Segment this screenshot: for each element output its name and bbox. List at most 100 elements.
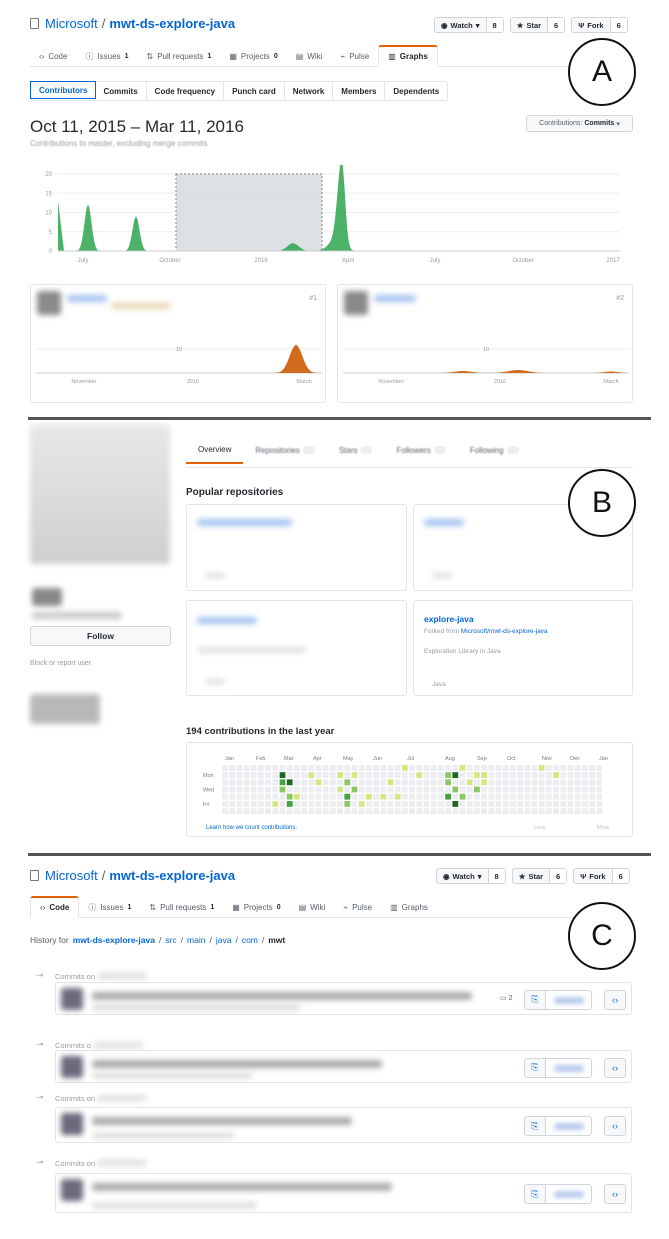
repo-owner-link[interactable]: Microsoft xyxy=(45,16,98,31)
contribution-day[interactable] xyxy=(294,793,300,800)
contribution-day[interactable] xyxy=(517,779,523,786)
contribution-day[interactable] xyxy=(488,772,495,778)
contribution-day[interactable] xyxy=(538,808,545,814)
contribution-day[interactable] xyxy=(387,808,394,814)
contribution-day[interactable] xyxy=(596,786,603,793)
contribution-day[interactable] xyxy=(488,801,495,807)
contribution-day[interactable] xyxy=(416,779,423,786)
contribution-day[interactable] xyxy=(531,808,538,814)
contribution-day[interactable] xyxy=(474,793,480,800)
contribution-day[interactable] xyxy=(294,779,300,786)
contribution-day[interactable] xyxy=(315,793,322,800)
contribution-day[interactable] xyxy=(459,793,466,800)
contribution-day[interactable] xyxy=(402,786,408,793)
contribution-day[interactable] xyxy=(351,801,358,807)
contribution-day[interactable] xyxy=(574,786,581,793)
contribution-day[interactable] xyxy=(510,793,516,800)
comment-count[interactable]: ▭ 2 xyxy=(500,994,512,1002)
contribution-day[interactable] xyxy=(330,779,336,786)
contribution-day[interactable] xyxy=(315,779,322,786)
subnav-members[interactable]: Members xyxy=(333,82,386,100)
contribution-day[interactable] xyxy=(286,801,293,807)
contribution-day[interactable] xyxy=(560,808,567,814)
contribution-day[interactable] xyxy=(546,793,552,800)
contribution-day[interactable] xyxy=(229,801,235,807)
contribution-day[interactable] xyxy=(502,772,509,778)
path-segment[interactable]: src xyxy=(165,935,176,945)
contribution-day[interactable] xyxy=(474,772,480,778)
contribution-day[interactable] xyxy=(294,786,300,793)
contribution-day[interactable] xyxy=(546,779,552,786)
contribution-day[interactable] xyxy=(546,808,552,814)
contribution-day[interactable] xyxy=(366,801,372,807)
contributor-name[interactable] xyxy=(67,295,107,302)
contribution-day[interactable] xyxy=(452,808,459,814)
commit-author-avatar[interactable] xyxy=(61,1056,83,1078)
contribution-day[interactable] xyxy=(344,801,351,807)
contribution-day[interactable] xyxy=(574,779,581,786)
contribution-day[interactable] xyxy=(337,786,343,793)
commit-sha-button[interactable] xyxy=(546,1116,592,1136)
contribution-day[interactable] xyxy=(337,808,343,814)
path-segment[interactable]: main xyxy=(187,935,205,945)
tab-pulse[interactable]: ⌁ Pulse xyxy=(334,896,381,918)
contribution-day[interactable] xyxy=(430,779,437,786)
contribution-day[interactable] xyxy=(495,786,502,793)
contribution-day[interactable] xyxy=(265,793,271,800)
contribution-day[interactable] xyxy=(474,808,480,814)
contribution-day[interactable] xyxy=(265,772,271,778)
contribution-day[interactable] xyxy=(596,801,603,807)
contribution-day[interactable] xyxy=(495,765,502,771)
contribution-day[interactable] xyxy=(589,765,595,771)
contribution-day[interactable] xyxy=(250,786,257,793)
contribution-day[interactable] xyxy=(380,801,387,807)
copy-sha-icon[interactable]: ⎘ xyxy=(524,989,546,1010)
contribution-day[interactable] xyxy=(229,808,235,814)
contribution-day[interactable] xyxy=(459,808,466,814)
contribution-day[interactable] xyxy=(452,801,459,807)
repo-card-name[interactable]: explore-java xyxy=(424,614,474,624)
contribution-day[interactable] xyxy=(560,786,567,793)
contribution-day[interactable] xyxy=(517,772,523,778)
contribution-day[interactable] xyxy=(438,793,444,800)
contribution-day[interactable] xyxy=(243,786,250,793)
contribution-day[interactable] xyxy=(502,779,509,786)
contribution-day[interactable] xyxy=(394,765,401,771)
contribution-day[interactable] xyxy=(330,793,336,800)
contributor-name[interactable] xyxy=(374,295,416,302)
contribution-day[interactable] xyxy=(402,772,408,778)
contribution-day[interactable] xyxy=(380,779,387,786)
contribution-day[interactable] xyxy=(373,801,379,807)
contribution-day[interactable] xyxy=(315,801,322,807)
contribution-day[interactable] xyxy=(380,765,387,771)
contribution-day[interactable] xyxy=(380,772,387,778)
contribution-day[interactable] xyxy=(402,808,408,814)
contribution-day[interactable] xyxy=(243,793,250,800)
browse-code-icon[interactable]: ‹› xyxy=(604,1116,626,1136)
contribution-day[interactable] xyxy=(560,772,567,778)
contribution-day[interactable] xyxy=(488,786,495,793)
commit-message[interactable] xyxy=(92,1117,352,1125)
contribution-day[interactable] xyxy=(409,808,415,814)
contribution-day[interactable] xyxy=(265,779,271,786)
contribution-day[interactable] xyxy=(279,765,286,771)
tab-code[interactable]: ‹› Code xyxy=(30,896,80,918)
learn-contributions-link[interactable]: Learn how we count contributions. xyxy=(206,825,297,831)
contribution-day[interactable] xyxy=(301,779,307,786)
contribution-day[interactable] xyxy=(517,808,523,814)
tab-graphs[interactable]: ▥ Graphs xyxy=(381,896,437,918)
contribution-day[interactable] xyxy=(373,772,379,778)
path-segment[interactable]: com xyxy=(242,935,258,945)
contribution-day[interactable] xyxy=(286,779,293,786)
contribution-day[interactable] xyxy=(574,772,581,778)
contribution-day[interactable] xyxy=(589,779,595,786)
contribution-day[interactable] xyxy=(481,808,487,814)
contribution-day[interactable] xyxy=(315,786,322,793)
contribution-day[interactable] xyxy=(524,765,531,771)
contribution-day[interactable] xyxy=(567,772,574,778)
commit-message[interactable] xyxy=(92,1060,382,1068)
contribution-day[interactable] xyxy=(409,793,415,800)
contribution-day[interactable] xyxy=(531,765,538,771)
contribution-day[interactable] xyxy=(351,793,358,800)
contribution-day[interactable] xyxy=(438,772,444,778)
